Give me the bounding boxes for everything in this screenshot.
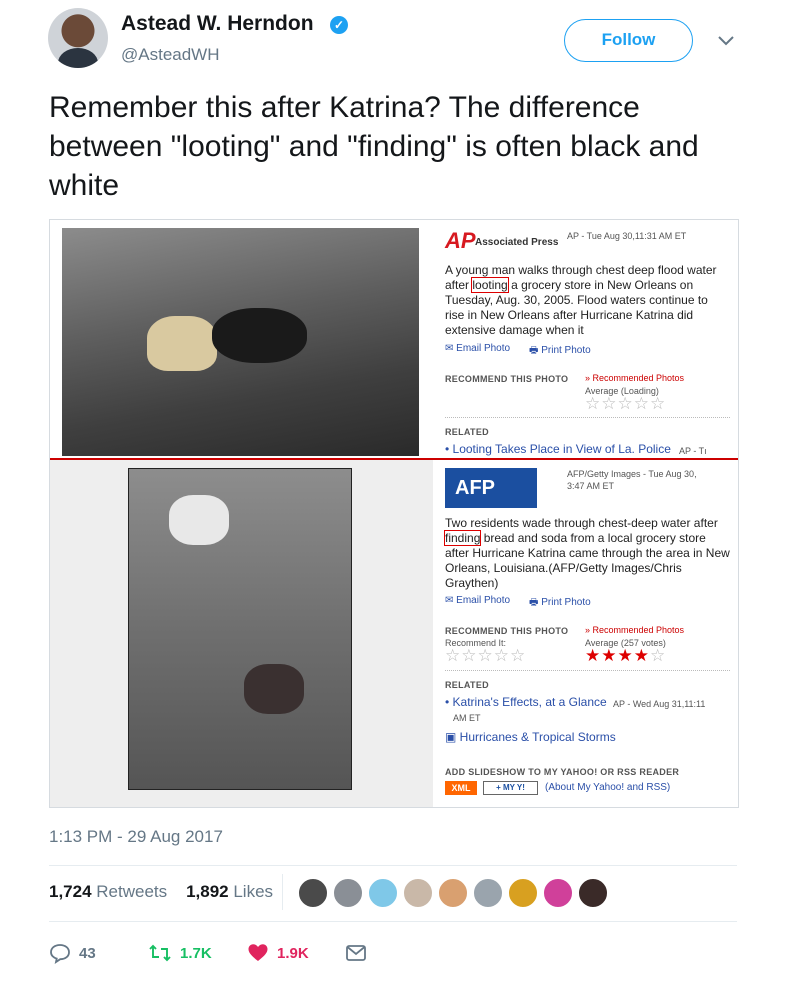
- afp-recommend-heading: RECOMMEND THIS PHOTO: [445, 626, 569, 636]
- tweet-timestamp[interactable]: 1:13 PM - 29 Aug 2017: [49, 827, 223, 847]
- liker-avatar[interactable]: [542, 877, 574, 909]
- author-handle[interactable]: @AsteadWH: [121, 45, 220, 65]
- afp-print-photo-link[interactable]: 🖶 Print Photo: [529, 595, 591, 612]
- liker-avatar[interactable]: [332, 877, 364, 909]
- author-name[interactable]: Astead W. Herndon: [121, 12, 314, 36]
- afp-hurricanes-link[interactable]: ▣ Hurricanes & Tropical Storms: [445, 730, 616, 744]
- divider-line: [50, 458, 738, 460]
- ap-related-heading: RELATED: [445, 427, 489, 437]
- retweets-stat[interactable]: 1,724 Retweets: [49, 882, 167, 901]
- ap-related-link[interactable]: • Looting Takes Place in View of La. Pol…: [445, 442, 671, 456]
- tweet-text: Remember this after Katrina? The differe…: [49, 91, 699, 202]
- afp-caption: Two residents wade through chest-deep wa…: [443, 516, 730, 590]
- afp-related-meta-1: AP - Wed Aug 31,11:11: [613, 699, 706, 709]
- ap-recommend-heading: RECOMMEND THIS PHOTO: [445, 374, 569, 384]
- afp-meta-1: AFP/Getty Images - Tue Aug 30,: [567, 469, 697, 479]
- afp-slideshow-heading: ADD SLIDESHOW TO MY YAHOO! OR RSS READER: [445, 767, 680, 777]
- my-yahoo-button[interactable]: + MY Y!: [483, 781, 538, 795]
- ap-recommended-link[interactable]: » Recommended Photos: [585, 373, 684, 383]
- afp-related-meta-2: AM ET: [453, 713, 481, 723]
- liker-avatar[interactable]: [472, 877, 504, 909]
- afp-meta-2: 3:47 AM ET: [567, 481, 615, 491]
- retweet-icon: [149, 944, 171, 962]
- ap-related-meta: AP - Tı: [679, 446, 707, 456]
- envelope-icon: [346, 945, 366, 961]
- ap-caption: A young man walks through chest deep flo…: [445, 263, 717, 337]
- afp-related-link[interactable]: • Katrina's Effects, at a Glance: [445, 695, 607, 709]
- reply-button[interactable]: 43: [49, 938, 96, 968]
- likes-stat[interactable]: 1,892 Likes: [186, 882, 273, 901]
- reply-icon: [50, 944, 70, 964]
- afp-related-heading: RELATED: [445, 680, 489, 690]
- heart-icon: [248, 944, 268, 961]
- tweet-stats: 1,724 Retweets 1,892 Likes: [49, 882, 273, 902]
- author-avatar[interactable]: [48, 8, 108, 68]
- ap-meta: AP - Tue Aug 30,11:31 AM ET: [567, 231, 687, 241]
- chevron-down-icon[interactable]: [716, 30, 736, 50]
- afp-recommend-stars[interactable]: ☆☆☆☆☆: [445, 646, 526, 666]
- tweet-actions: 43 1.7K 1.9K: [49, 938, 749, 968]
- finding-photo: [128, 468, 352, 790]
- about-my-yahoo-link[interactable]: (About My Yahoo! and RSS): [545, 782, 670, 793]
- divider: [49, 865, 737, 866]
- liker-avatar[interactable]: [437, 877, 469, 909]
- afp-logo: AFP: [445, 468, 537, 508]
- verified-badge-icon: ✓: [330, 16, 348, 34]
- tweet-media[interactable]: AP Associated Press AP - Tue Aug 30,11:3…: [49, 219, 739, 808]
- like-button[interactable]: 1.9K: [247, 938, 309, 968]
- ap-logo: AP: [445, 228, 476, 253]
- direct-message-button[interactable]: [345, 938, 375, 968]
- afp-recommended-link[interactable]: » Recommended Photos: [585, 625, 684, 635]
- follow-button[interactable]: Follow: [564, 19, 693, 62]
- liker-avatar[interactable]: [507, 877, 539, 909]
- ap-print-photo-link[interactable]: 🖶 Print Photo: [529, 343, 591, 360]
- liker-avatar[interactable]: [367, 877, 399, 909]
- liker-avatar[interactable]: [297, 877, 329, 909]
- ap-email-photo-link[interactable]: ✉ Email Photo: [445, 343, 510, 354]
- divider: [49, 921, 737, 922]
- finding-photo-frame: [50, 460, 433, 807]
- afp-email-photo-link[interactable]: ✉ Email Photo: [445, 595, 510, 606]
- liker-avatar[interactable]: [402, 877, 434, 909]
- xml-button[interactable]: XML: [445, 781, 477, 795]
- ap-stars[interactable]: ☆☆☆☆☆: [585, 394, 666, 414]
- tweet-header: Astead W. Herndon ✓ @AsteadWH Follow: [0, 0, 786, 80]
- looting-photo: [62, 228, 419, 456]
- afp-rating-stars: ★★★★☆: [585, 646, 667, 665]
- retweet-button[interactable]: 1.7K: [148, 938, 212, 968]
- liker-avatar[interactable]: [577, 877, 609, 909]
- ap-source: Associated Press: [475, 237, 559, 248]
